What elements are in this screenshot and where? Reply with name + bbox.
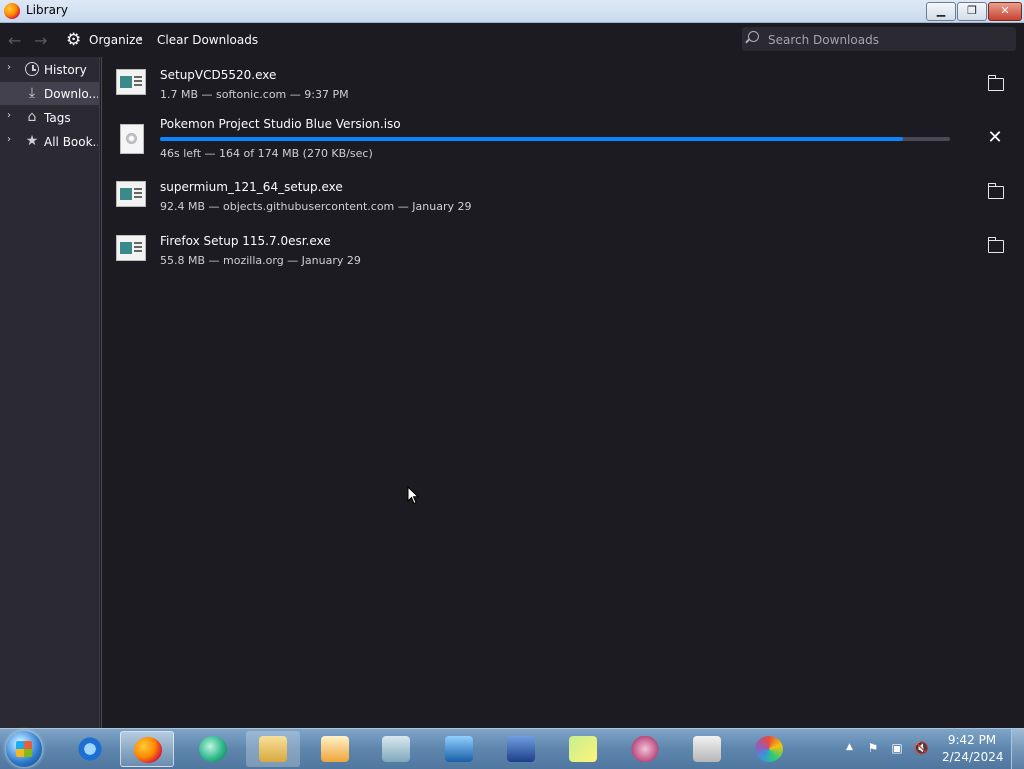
sidebar-item-all-bookmarks[interactable]: › ★ All Book... (0, 130, 99, 153)
download-name: Firefox Setup 115.7.0esr.exe (160, 234, 331, 248)
star-icon: ★ (25, 133, 39, 149)
cancel-icon[interactable]: ✕ (986, 129, 1004, 147)
network-icon[interactable]: ▣ (890, 741, 904, 755)
taskbar-media-player[interactable] (308, 731, 362, 767)
close-button[interactable]: ✕ (988, 2, 1022, 21)
download-name: SetupVCD5520.exe (160, 68, 277, 82)
internet-explorer-icon (76, 736, 104, 762)
calculator-icon (693, 736, 721, 762)
download-icon: ⤓ (28, 85, 36, 101)
maximize-button[interactable]: ❐ (957, 2, 987, 21)
chevron-down-icon[interactable]: ▾ (138, 34, 142, 43)
document-icon (382, 736, 410, 762)
minimize-button[interactable]: ▁ (926, 2, 956, 21)
exe-file-icon (116, 69, 146, 95)
window-title: Library (26, 3, 68, 17)
sticky-notes-icon (569, 736, 597, 762)
taskbar-network-app[interactable] (494, 731, 548, 767)
expand-arrow-icon[interactable]: › (7, 110, 11, 121)
sidebar-item-downloads[interactable]: ⤓ Downlo... (0, 82, 99, 105)
flag-icon[interactable]: ⚑ (866, 741, 880, 755)
window-titlebar: Library ▁ ❐ ✕ (0, 0, 1024, 23)
clock-time[interactable]: 9:42 PM (942, 733, 1002, 747)
exe-file-icon (116, 181, 146, 207)
taskbar-snipping-tool[interactable] (618, 731, 672, 767)
download-item[interactable]: Pokemon Project Studio Blue Version.iso … (102, 109, 1022, 169)
volume-muted-icon[interactable]: 🔇 (914, 741, 929, 755)
monitor-icon (445, 736, 473, 762)
taskbar-document-app[interactable] (369, 731, 423, 767)
network-icon (507, 736, 535, 762)
taskbar-file-explorer[interactable] (246, 731, 300, 767)
back-arrow-icon[interactable]: ← (8, 31, 21, 50)
taskbar-chat-app[interactable] (186, 731, 240, 767)
show-desktop-button[interactable] (1011, 729, 1024, 769)
tag-icon: ⌂ (27, 109, 37, 125)
folder-icon[interactable] (987, 75, 1004, 91)
taskbar-paint[interactable] (742, 731, 796, 767)
show-hidden-icons-icon[interactable]: ▲ (846, 742, 853, 752)
firefox-icon (4, 3, 20, 19)
firefox-icon (134, 737, 162, 763)
iso-file-icon (120, 124, 144, 154)
sidebar-item-label: History (44, 63, 87, 77)
download-status: 1.7 MB — softonic.com — 9:37 PM (160, 88, 349, 101)
taskbar-calculator[interactable] (680, 731, 734, 767)
expand-arrow-icon[interactable]: › (7, 62, 11, 73)
folder-icon (259, 736, 287, 762)
download-item[interactable]: SetupVCD5520.exe 1.7 MB — softonic.com —… (102, 57, 1022, 109)
sidebar-item-label: Tags (44, 111, 71, 125)
forward-arrow-icon[interactable]: → (34, 31, 47, 50)
downloads-list: SetupVCD5520.exe 1.7 MB — softonic.com —… (101, 57, 1024, 728)
clock-icon (25, 62, 39, 76)
sidebar-item-history[interactable]: › History (0, 58, 99, 81)
folder-icon[interactable] (987, 183, 1004, 199)
download-status: 92.4 MB — objects.githubusercontent.com … (160, 200, 472, 213)
sidebar-item-label: All Book... (44, 135, 98, 149)
download-item[interactable]: supermium_121_64_setup.exe 92.4 MB — obj… (102, 169, 1022, 221)
taskbar: ▲ ⚑ ▣ 🔇 9:42 PM 2/24/2024 (0, 728, 1024, 769)
taskbar-firefox[interactable] (120, 731, 174, 767)
clear-downloads-button[interactable]: Clear Downloads (157, 33, 258, 47)
sidebar-item-label: Downlo... (44, 87, 98, 101)
library-toolbar: ← → ⚙ Organize ▾ Clear Downloads (0, 23, 1024, 57)
organize-button[interactable]: Organize (89, 33, 143, 47)
taskbar-sticky-notes[interactable] (556, 731, 610, 767)
chat-icon (199, 736, 227, 762)
download-progress-fill (160, 137, 903, 141)
search-input[interactable] (766, 31, 1010, 49)
download-name: supermium_121_64_setup.exe (160, 180, 343, 194)
media-player-icon (321, 736, 349, 762)
download-progress-bar (160, 137, 950, 141)
taskbar-remote-desktop[interactable] (432, 731, 486, 767)
sidebar-item-tags[interactable]: › ⌂ Tags (0, 106, 99, 129)
exe-file-icon (116, 235, 146, 261)
start-button[interactable] (6, 731, 42, 767)
search-icon (748, 31, 759, 42)
expand-arrow-icon[interactable]: › (7, 134, 11, 145)
clock-date[interactable]: 2/24/2024 (942, 750, 1004, 764)
paint-icon (755, 736, 783, 762)
download-item[interactable]: Firefox Setup 115.7.0esr.exe 55.8 MB — m… (102, 223, 1022, 275)
library-sidebar: › History ⤓ Downlo... › ⌂ Tags › ★ All B… (0, 57, 100, 728)
gear-icon[interactable]: ⚙ (66, 30, 81, 50)
scissors-icon (631, 736, 659, 762)
taskbar-internet-explorer[interactable] (63, 731, 117, 767)
download-name: Pokemon Project Studio Blue Version.iso (160, 117, 401, 131)
folder-icon[interactable] (987, 237, 1004, 253)
search-box[interactable] (742, 27, 1016, 51)
download-status: 55.8 MB — mozilla.org — January 29 (160, 254, 361, 267)
download-status: 46s left — 164 of 174 MB (270 KB/sec) (160, 147, 373, 160)
